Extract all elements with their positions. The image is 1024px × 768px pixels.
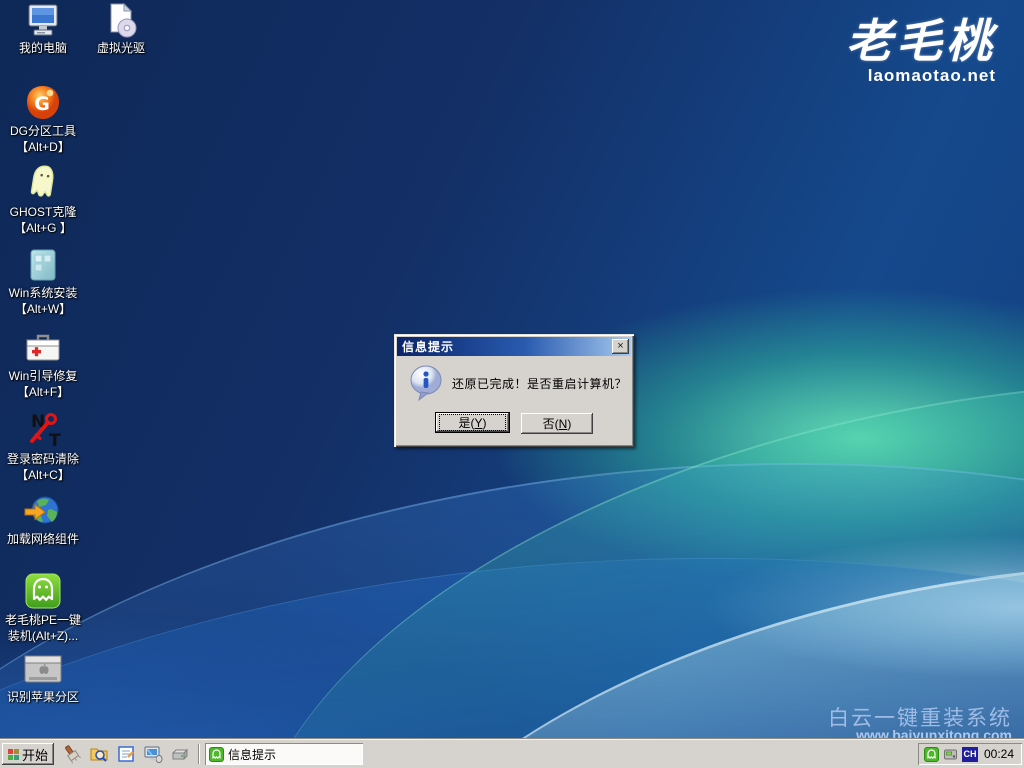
no-label: 否(	[543, 415, 559, 432]
yes-button[interactable]: 是(Y)	[435, 412, 510, 433]
system-tray: CH 00:24	[918, 743, 1022, 765]
apple-drive-icon	[22, 652, 64, 688]
taskbar-separator	[198, 744, 199, 764]
start-button[interactable]: 开始	[2, 743, 54, 765]
wallpaper-arc	[294, 492, 1024, 768]
ghost-task-icon	[209, 747, 224, 762]
desktop-icon-label2: 【Alt+C】	[16, 468, 70, 482]
desktop-icon-label: Win引导修复	[9, 369, 78, 383]
desktop-icon-label: 虚拟光驱	[97, 41, 145, 55]
desktop-icon-my-computer[interactable]: 我的电脑	[2, 3, 84, 55]
desktop-icon-label: DG分区工具	[10, 124, 76, 138]
boot-repair-icon	[23, 329, 63, 367]
desktop-icon-win-boot-repair[interactable]: Win引导修复 【Alt+F】	[2, 329, 84, 399]
task-button-message-dialog[interactable]: 信息提示	[205, 743, 363, 765]
brand-domain: laomaotao.net	[846, 66, 996, 86]
desktop-icon-label2: 【Alt+F】	[17, 385, 69, 399]
tray-backup-icon[interactable]	[943, 747, 958, 762]
brand-name: 老毛桃	[846, 18, 996, 64]
desktop-icon-win-install[interactable]: Win系统安装 【Alt+W】	[2, 246, 84, 316]
desktop-icon-label2: 【Alt+G 】	[14, 221, 72, 235]
no-accesskey: N	[559, 417, 568, 431]
virtual-cdrom-icon	[102, 3, 140, 39]
dg-partition-icon: G	[24, 84, 62, 122]
desktop-icon-virtual-cdrom[interactable]: 虚拟光驱	[80, 3, 162, 55]
desktop-icon-apple-partition[interactable]: 识别苹果分区	[2, 652, 84, 704]
message-dialog: 信息提示 × 还原已完成！是否重启计算机？ 是(Y) 否(N)	[394, 334, 634, 447]
desktop-icon-load-network[interactable]: 加载网络组件	[2, 492, 84, 546]
yes-label-suffix: )	[483, 416, 487, 430]
dialog-title: 信息提示	[402, 338, 612, 355]
desktop-icon-label: Win系统安装	[9, 286, 78, 300]
desktop-icon-label: 我的电脑	[19, 41, 67, 55]
sweep-desktop-icon[interactable]	[62, 744, 82, 764]
desktop-icon-label2: 装机(Alt+Z)...	[8, 629, 78, 643]
start-label: 开始	[22, 745, 48, 764]
taskbar: 开始	[0, 740, 1024, 768]
win-install-icon	[24, 246, 62, 284]
input-method-indicator[interactable]: CH	[962, 747, 978, 762]
desktop-icon-login-password-clear[interactable]: N T 登录密码清除 【Alt+C】	[2, 410, 84, 482]
wallpaper-arc	[0, 391, 1024, 768]
desktop-icon-label: GHOST克隆	[10, 205, 77, 219]
brand-logo: 老毛桃 laomaotao.net	[846, 18, 996, 86]
watermark-title: 白云一键重装系统	[828, 702, 1012, 732]
close-icon[interactable]: ×	[612, 339, 629, 354]
desktop-icon-dg-partition[interactable]: G DG分区工具 【Alt+D】	[2, 84, 84, 154]
no-button[interactable]: 否(N)	[521, 413, 593, 434]
clock[interactable]: 00:24	[984, 747, 1014, 761]
network-globe-icon	[23, 492, 63, 530]
yes-accesskey: Y	[474, 416, 482, 430]
display-settings-icon[interactable]	[143, 744, 163, 764]
svg-text:T: T	[49, 431, 61, 450]
desktop-icon-label: 识别苹果分区	[7, 690, 79, 704]
folder-search-icon[interactable]	[89, 744, 109, 764]
desktop-icon-label2: 【Alt+W】	[15, 302, 71, 316]
pe-onekey-ghost-icon	[23, 571, 63, 611]
wallpaper-arc	[0, 506, 1024, 768]
notepad-edit-icon[interactable]	[116, 744, 136, 764]
desktop-icon-label2: 【Alt+D】	[16, 140, 70, 154]
start-logo-icon	[8, 749, 19, 760]
desktop-icon-label: 登录密码清除	[7, 452, 79, 466]
dialog-titlebar[interactable]: 信息提示 ×	[397, 337, 631, 356]
desktop[interactable]: 老毛桃 laomaotao.net 白云一键重装系统 www.baiyunxit…	[0, 0, 1024, 768]
quick-launch	[62, 744, 190, 764]
task-button-label: 信息提示	[228, 746, 276, 763]
desktop-icon-ghost-clone[interactable]: GHOST克隆 【Alt+G 】	[2, 163, 84, 235]
desktop-icon-laomaotao-pe-onekey[interactable]: 老毛桃PE一键 装机(Alt+Z)...	[2, 571, 84, 643]
desktop-icon-label: 加载网络组件	[7, 532, 79, 546]
dialog-message: 还原已完成！是否重启计算机？	[452, 375, 627, 392]
yes-label: 是(	[458, 414, 474, 431]
ghost-icon	[23, 163, 63, 203]
tray-ghost-icon[interactable]	[924, 747, 939, 762]
desktop-icon-label: 老毛桃PE一键	[5, 613, 81, 627]
no-label-suffix: )	[567, 417, 571, 431]
svg-text:G: G	[34, 93, 50, 115]
nt-password-key-icon: N T	[23, 410, 63, 450]
ramdisk-drive-icon[interactable]	[170, 744, 190, 764]
my-computer-icon	[24, 3, 62, 39]
info-icon	[409, 365, 443, 403]
